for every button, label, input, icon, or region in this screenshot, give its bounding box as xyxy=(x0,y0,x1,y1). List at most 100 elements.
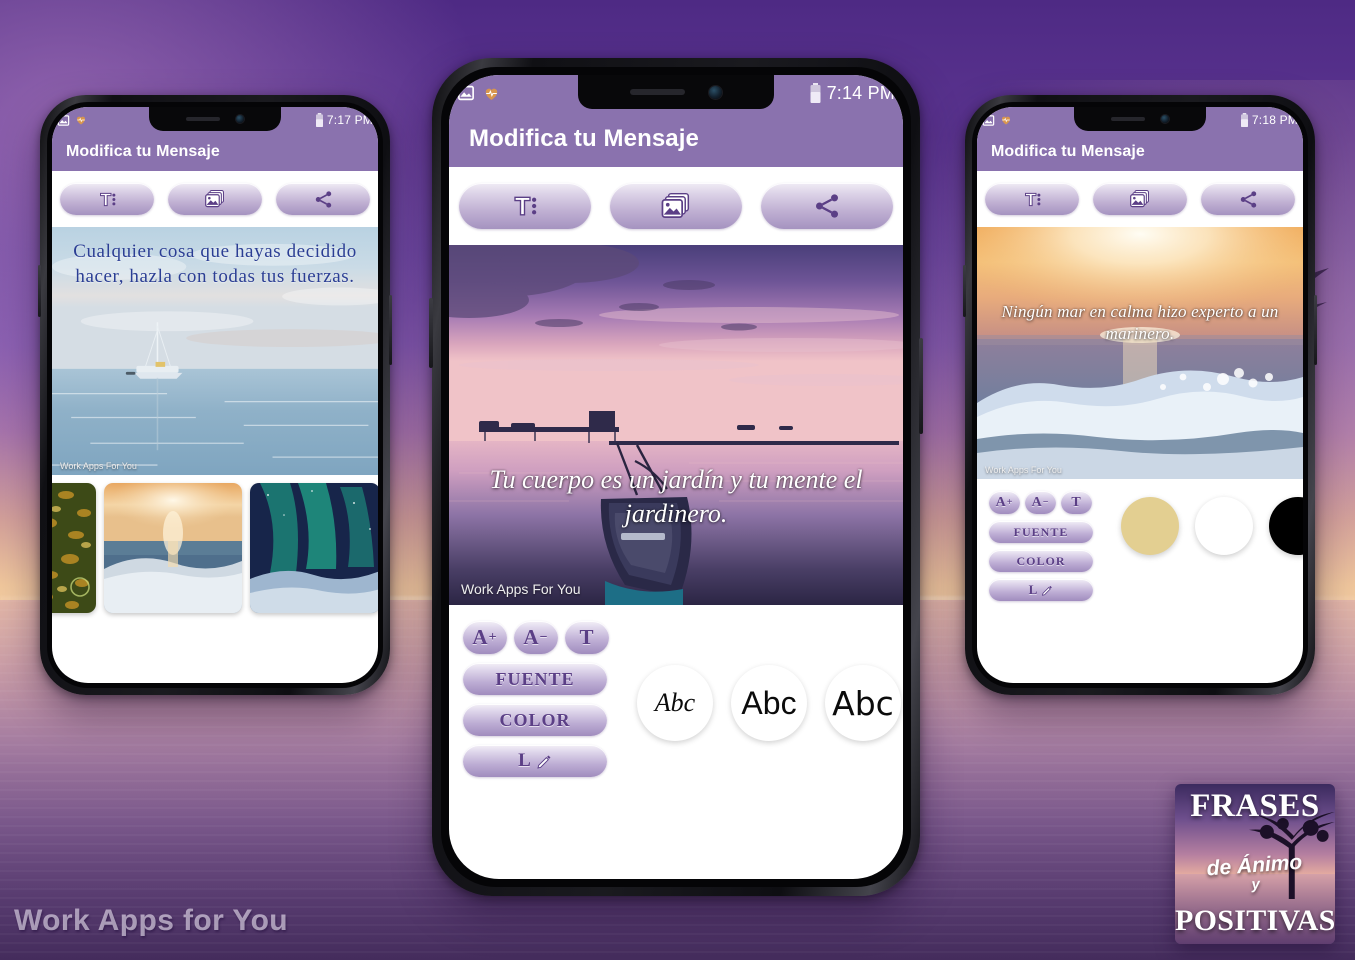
edit-text-label: L xyxy=(518,750,532,771)
phone-screen: 7:17 PM Modifica tu Mensaje Cualquier co… xyxy=(52,107,378,683)
thumb-image xyxy=(104,483,242,613)
gallery-icon xyxy=(1130,190,1149,208)
gallery-icon xyxy=(205,190,224,208)
font-size-increase-button[interactable]: A + xyxy=(989,491,1020,514)
gallery-icon xyxy=(458,85,474,101)
font-button[interactable]: FUENTE xyxy=(463,663,607,695)
phone-notch xyxy=(578,75,774,109)
phone-left: 7:17 PM Modifica tu Mensaje Cualquier co… xyxy=(38,95,392,695)
text-style-button[interactable]: T xyxy=(565,621,609,654)
app-bar: Modifica tu Mensaje xyxy=(52,133,378,171)
font-button-label: FUENTE xyxy=(495,668,575,689)
earpiece-speaker xyxy=(1111,117,1146,121)
canvas-watermark: Work Apps For You xyxy=(985,465,1062,475)
text-format-icon xyxy=(99,192,115,206)
page-title: Modifica tu Mensaje xyxy=(991,143,1145,160)
color-button[interactable]: COLOR xyxy=(989,550,1093,572)
heart-icon xyxy=(1001,116,1011,125)
thumb-sunset-wave[interactable] xyxy=(104,483,242,613)
image-tool-button[interactable] xyxy=(610,183,742,229)
phone-notch xyxy=(149,107,281,131)
status-left-icons xyxy=(977,114,1012,127)
thumb-image xyxy=(250,483,378,613)
share-icon xyxy=(816,194,838,218)
text-style-label: T xyxy=(1071,494,1082,510)
quote-canvas[interactable]: Ningún mar en calma hizo experto a un ma… xyxy=(977,227,1303,479)
gallery-icon xyxy=(661,192,690,218)
color-button[interactable]: COLOR xyxy=(463,704,607,736)
quote-text: Cualquier cosa que hayas decidido hacer,… xyxy=(73,241,357,288)
page-title: Modifica tu Mensaje xyxy=(66,143,220,160)
size-up-label: A xyxy=(472,625,489,649)
thumb-aurora[interactable] xyxy=(250,483,378,613)
gallery-strip[interactable] xyxy=(52,475,378,643)
volume-button[interactable] xyxy=(38,265,41,317)
color-swatch-white[interactable] xyxy=(1195,497,1253,555)
image-tool-button[interactable] xyxy=(168,183,262,215)
volume-button[interactable] xyxy=(429,298,433,368)
front-camera xyxy=(1160,115,1169,123)
font-sample: Abc xyxy=(741,684,797,721)
page-title: Modifica tu Mensaje xyxy=(469,125,699,152)
font-size-decrease-button[interactable]: A − xyxy=(1025,491,1056,514)
status-bar: 7:14 PM xyxy=(449,75,903,111)
toolbar xyxy=(977,171,1303,227)
text-style-button[interactable]: T xyxy=(1061,491,1092,514)
editor-controls: A + A − T FUENTE COLOR L xyxy=(463,621,613,777)
size-down-sign: − xyxy=(1042,497,1050,508)
power-button[interactable] xyxy=(1314,295,1317,365)
text-format-icon xyxy=(1024,192,1040,206)
text-style-label: T xyxy=(579,625,595,649)
quote-canvas[interactable]: Tu cuerpo es un jardín y tu mente el jar… xyxy=(449,245,903,605)
phone-notch xyxy=(1074,107,1206,131)
status-right-icons: 7:14 PM xyxy=(809,83,903,104)
gallery-icon xyxy=(982,114,995,126)
app-bar: Modifica tu Mensaje xyxy=(449,111,903,167)
front-camera xyxy=(708,85,722,99)
battery-icon xyxy=(315,113,323,127)
color-swatch-black[interactable] xyxy=(1269,497,1303,555)
font-button[interactable]: FUENTE xyxy=(989,521,1093,543)
editor-size-row: A + A − T xyxy=(989,491,1097,514)
font-sample: Abc xyxy=(832,683,894,723)
pencil-icon xyxy=(537,755,551,769)
size-down-label: A xyxy=(523,625,540,649)
text-tool-button[interactable] xyxy=(459,183,591,229)
font-size-increase-button[interactable]: A + xyxy=(463,621,507,654)
volume-button[interactable] xyxy=(963,265,966,317)
font-options-row[interactable]: Abc Abc Abc xyxy=(613,621,903,777)
image-tool-button[interactable] xyxy=(1093,183,1187,215)
text-tool-button[interactable] xyxy=(985,183,1079,215)
quote-canvas[interactable]: Cualquier cosa que hayas decidido hacer,… xyxy=(52,227,378,475)
status-time: 7:17 PM xyxy=(326,113,373,127)
edit-text-button[interactable]: L xyxy=(463,745,607,777)
gallery-icon xyxy=(57,114,70,126)
editor-size-row: A + A − T xyxy=(463,621,613,654)
edit-text-button[interactable]: L xyxy=(989,579,1093,601)
size-up-label: A xyxy=(995,494,1007,510)
status-right-icons: 7:18 PM xyxy=(1240,113,1303,127)
phone-screen: 7:14 PM Modifica tu Mensaje Tu cuerpo es… xyxy=(449,75,903,879)
heart-icon xyxy=(76,116,86,125)
thumb-image xyxy=(52,483,96,613)
power-button[interactable] xyxy=(919,338,923,434)
font-option-bold[interactable]: Abc xyxy=(825,665,901,741)
thumb-autumn-leaves[interactable] xyxy=(52,483,96,613)
font-option-sans[interactable]: Abc xyxy=(731,665,807,741)
color-options-row[interactable] xyxy=(1097,491,1303,601)
power-button[interactable] xyxy=(389,295,392,365)
canvas-watermark: Work Apps For You xyxy=(60,461,137,471)
color-swatch-gold[interactable] xyxy=(1121,497,1179,555)
font-size-decrease-button[interactable]: A − xyxy=(514,621,558,654)
phone-right: 7:18 PM Modifica tu Mensaje Ningún mar e… xyxy=(963,95,1317,695)
canvas-background-image xyxy=(977,227,1303,479)
text-tool-button[interactable] xyxy=(60,183,154,215)
share-tool-button[interactable] xyxy=(761,183,893,229)
font-option-script[interactable]: Abc xyxy=(637,665,713,741)
color-button-label: COLOR xyxy=(1016,553,1066,568)
share-tool-button[interactable] xyxy=(1201,183,1295,215)
size-up-sign: + xyxy=(1006,497,1014,508)
earpiece-speaker xyxy=(630,89,686,95)
heart-icon xyxy=(485,88,498,100)
share-tool-button[interactable] xyxy=(276,183,370,215)
